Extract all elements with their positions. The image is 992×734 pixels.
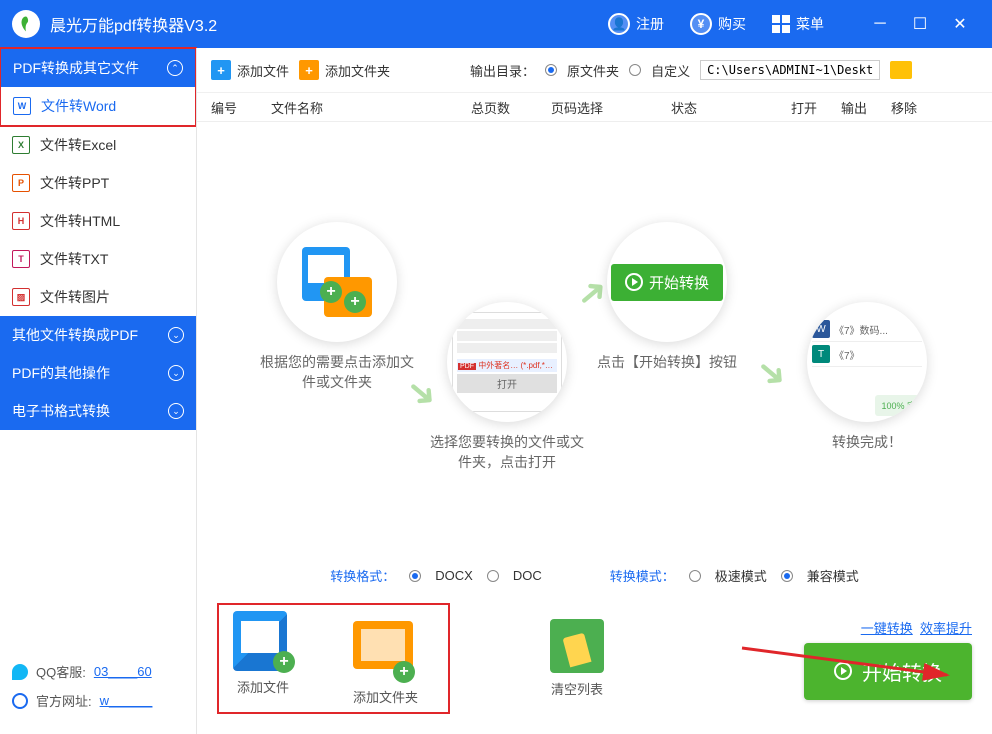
add-file-card[interactable]: + 添加文件: [233, 611, 293, 706]
yen-icon: ¥: [690, 13, 712, 35]
play-icon: [834, 662, 852, 680]
html-icon: H: [12, 212, 30, 230]
browse-folder-button[interactable]: [890, 61, 912, 79]
ppt-icon: P: [12, 174, 30, 192]
sidebar-item-excel[interactable]: X文件转Excel: [0, 126, 196, 164]
globe-icon: [12, 693, 28, 709]
app-logo: [12, 10, 40, 38]
plus-icon: +: [211, 60, 231, 80]
brush-icon: [550, 619, 604, 673]
sidebar-item-html[interactable]: H文件转HTML: [0, 202, 196, 240]
sidebar-section-other-to-pdf[interactable]: 其他文件转换成PDF⌄: [0, 316, 196, 354]
guide-area: ++ 根据您的需要点击添加文件或文件夹 ➜ PDF 中外著名… (*.pdf,*…: [197, 122, 992, 558]
site-link[interactable]: w______: [100, 693, 153, 708]
sidebar-item-ppt[interactable]: P文件转PPT: [0, 164, 196, 202]
word-icon: W: [13, 97, 31, 115]
sidebar-section-pdf-to-other[interactable]: PDF转换成其它文件 ⌃: [1, 49, 195, 87]
sidebar-section-ebook[interactable]: 电子书格式转换⌄: [0, 392, 196, 430]
column-headers: 编号文件名称总页数页码选择状态打开输出移除: [197, 92, 992, 122]
output-path-input[interactable]: [700, 60, 880, 80]
buy-button[interactable]: ¥购买: [680, 9, 756, 39]
promo-link-1[interactable]: 一键转换: [861, 621, 913, 636]
add-folder-card[interactable]: + 添加文件夹: [353, 611, 418, 706]
clear-list-card[interactable]: 清空列表: [550, 619, 604, 698]
radio-custom-folder[interactable]: [629, 64, 641, 76]
grid-icon: [772, 15, 790, 33]
menu-button[interactable]: 菜单: [762, 10, 834, 38]
image-icon: ▨: [12, 288, 30, 306]
main-panel: +添加文件 +添加文件夹 输出目录： 原文件夹 自定义 编号文件名称总页数页码选…: [196, 48, 992, 734]
guide-step-4: W《7》数码...T《7》100% 完成 转换完成！: [777, 302, 957, 452]
chevron-up-icon: ⌃: [167, 60, 183, 76]
user-icon: 👤: [608, 13, 630, 35]
format-options: 转换格式： DOCX DOC 转换模式： 极速模式 兼容模式: [197, 558, 992, 593]
excel-icon: X: [12, 136, 30, 154]
highlighted-nav-section: PDF转换成其它文件 ⌃ W文件转Word: [0, 47, 197, 127]
plus-icon: +: [299, 60, 319, 80]
register-button[interactable]: 👤注册: [598, 9, 674, 39]
play-icon: [625, 273, 643, 291]
radio-docx[interactable]: [409, 570, 421, 582]
txt-icon: T: [12, 250, 30, 268]
chevron-down-icon: ⌄: [168, 327, 184, 343]
radio-source-folder[interactable]: [545, 64, 557, 76]
mode-label: 转换模式：: [610, 566, 675, 585]
maximize-button[interactable]: ☐: [900, 9, 940, 39]
sidebar-item-word[interactable]: W文件转Word: [1, 87, 195, 125]
sidebar-item-image[interactable]: ▨文件转图片: [0, 278, 196, 316]
app-title: 晨光万能pdf转换器V3.2: [50, 12, 217, 36]
chevron-down-icon: ⌄: [168, 365, 184, 381]
guide-step-2: PDF 中外著名… (*.pdf,*…打开 选择您要转换的文件或文件夹，点击打开: [427, 302, 587, 472]
radio-fast-mode[interactable]: [689, 570, 701, 582]
sidebar-item-txt[interactable]: T文件转TXT: [0, 240, 196, 278]
toolbar-add-file[interactable]: +添加文件: [211, 60, 289, 80]
qq-link[interactable]: 03____60: [94, 664, 152, 679]
radio-doc[interactable]: [487, 570, 499, 582]
highlighted-action-group: + 添加文件 + 添加文件夹: [217, 603, 450, 714]
toolbar-add-folder[interactable]: +添加文件夹: [299, 60, 390, 80]
sidebar-section-pdf-other-ops[interactable]: PDF的其他操作⌄: [0, 354, 196, 392]
sidebar: PDF转换成其它文件 ⌃ W文件转Word X文件转Excel P文件转PPT …: [0, 48, 196, 734]
guide-step-3: 开始转换 点击【开始转换】按钮: [577, 222, 757, 372]
output-dir-label: 输出目录：: [470, 61, 535, 80]
sidebar-footer: QQ客服:03____60 官方网址:w______: [0, 642, 196, 734]
format-label: 转换格式：: [330, 566, 395, 585]
minimize-button[interactable]: ─: [860, 9, 900, 39]
title-bar: 晨光万能pdf转换器V3.2 👤注册 ¥购买 菜单 ─ ☐ ✕: [0, 0, 992, 48]
guide-step-1: ++ 根据您的需要点击添加文件或文件夹: [257, 222, 417, 392]
radio-compat-mode[interactable]: [781, 570, 793, 582]
close-button[interactable]: ✕: [940, 9, 980, 39]
qq-icon: [12, 664, 28, 680]
chevron-down-icon: ⌄: [168, 403, 184, 419]
promo-links: 一键转换 效率提升: [804, 618, 972, 637]
promo-link-2[interactable]: 效率提升: [920, 621, 972, 636]
toolbar: +添加文件 +添加文件夹 输出目录： 原文件夹 自定义: [197, 48, 992, 92]
start-convert-button[interactable]: 开始转换: [804, 643, 972, 700]
bottom-bar: + 添加文件 + 添加文件夹 清空列表 一键转换 效率提升 开始转换: [197, 593, 992, 734]
